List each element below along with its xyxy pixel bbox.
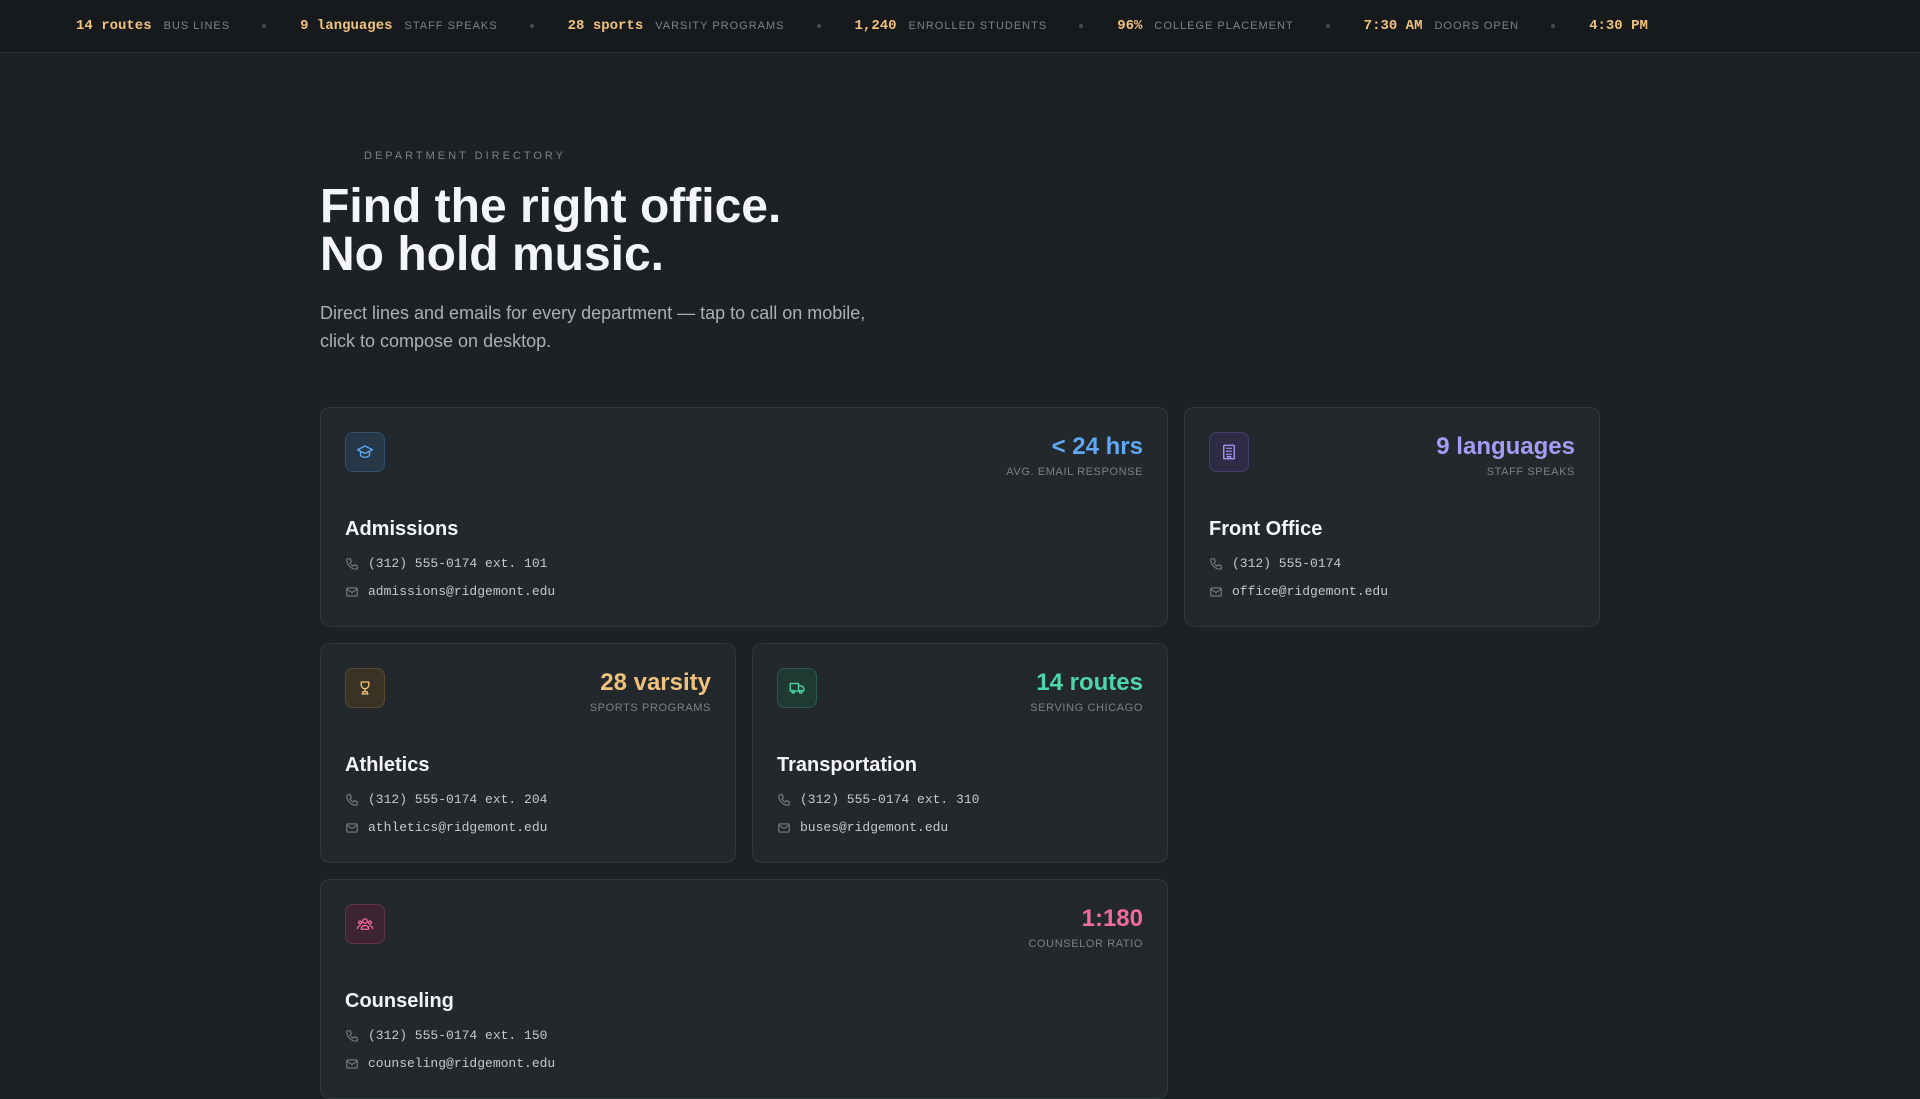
people-icon bbox=[356, 918, 374, 930]
stat-value: 28 varsity bbox=[600, 669, 711, 696]
stat-value: 9 languages bbox=[1436, 433, 1575, 460]
page-subtitle: Direct lines and emails for every depart… bbox=[320, 303, 866, 351]
ticker-value: 96% bbox=[1117, 18, 1143, 34]
ticker-label: College placement bbox=[1154, 20, 1294, 32]
phone-icon bbox=[346, 793, 358, 806]
email-address: athletics@ridgemont.edu bbox=[368, 820, 548, 835]
icon-badge bbox=[345, 432, 385, 472]
phone-icon bbox=[346, 1029, 358, 1042]
email-address: buses@ridgemont.edu bbox=[800, 820, 949, 835]
mail-icon bbox=[778, 822, 790, 833]
stat-value: 14 routes bbox=[1036, 669, 1143, 696]
ticker-item: 14 routes Bus lines bbox=[76, 18, 230, 34]
ticker-item: 7:30 AM Doors open bbox=[1364, 18, 1519, 34]
phone-link[interactable]: (312) 555-0174 ext. 101 bbox=[345, 556, 547, 571]
hero-section: Department Directory Find the right offi… bbox=[320, 150, 1220, 355]
ticker-item: 4:30 PM bbox=[1589, 18, 1648, 34]
stat-label: Avg. email response bbox=[1006, 466, 1143, 478]
email-address: admissions@ridgemont.edu bbox=[368, 584, 556, 599]
phone-number: (312) 555-0174 ext. 310 bbox=[800, 792, 980, 807]
bus-icon bbox=[789, 682, 805, 694]
department-name: Counseling bbox=[345, 990, 454, 1012]
department-stat: 14 routes Serving Chicago bbox=[1030, 668, 1143, 714]
phone-number: (312) 555-0174 ext. 101 bbox=[368, 556, 548, 571]
department-stat: < 24 hrs Avg. email response bbox=[1006, 432, 1143, 478]
mail-icon bbox=[346, 822, 358, 833]
ticker-item: 1,240 Enrolled students bbox=[855, 18, 1048, 34]
department-card-transportation: 14 routes Serving Chicago Transportation… bbox=[752, 643, 1168, 863]
email-link[interactable]: athletics@ridgemont.edu bbox=[345, 820, 547, 835]
department-stat: 1:180 Counselor ratio bbox=[1028, 904, 1143, 950]
ticker-separator bbox=[816, 24, 821, 28]
phone-link[interactable]: (312) 555-0174 ext. 204 bbox=[345, 792, 547, 807]
phone-icon bbox=[778, 793, 790, 806]
email-link[interactable]: counseling@ridgemont.edu bbox=[345, 1056, 555, 1071]
mail-icon bbox=[346, 1058, 358, 1069]
department-card-admissions: < 24 hrs Avg. email response Admissions … bbox=[320, 407, 1168, 627]
stats-ticker: 14 routes Bus lines 9 languages Staff sp… bbox=[0, 0, 1920, 53]
email-address: counseling@ridgemont.edu bbox=[368, 1056, 556, 1071]
phone-icon bbox=[346, 557, 358, 570]
ticker-label: Varsity programs bbox=[655, 20, 785, 32]
ticker-item: 28 sports Varsity programs bbox=[568, 18, 785, 34]
department-card-front-office: 9 languages Staff speaks Front Office (3… bbox=[1184, 407, 1600, 627]
stat-value: < 24 hrs bbox=[1051, 433, 1143, 460]
department-stat: 28 varsity Sports programs bbox=[590, 668, 711, 714]
ticker-value: 9 languages bbox=[300, 18, 393, 34]
phone-number: (312) 555-0174 ext. 204 bbox=[368, 792, 548, 807]
stat-label: Counselor ratio bbox=[1028, 938, 1143, 950]
stat-value: 1:180 bbox=[1081, 905, 1143, 932]
email-address: office@ridgemont.edu bbox=[1232, 584, 1389, 599]
email-link[interactable]: buses@ridgemont.edu bbox=[777, 820, 948, 835]
ticker-label: Enrolled students bbox=[908, 20, 1048, 32]
ticker-separator bbox=[1551, 24, 1556, 28]
ticker-label: Doors open bbox=[1434, 20, 1520, 32]
phone-number: (312) 555-0174 ext. 150 bbox=[368, 1028, 548, 1043]
headline-line-2: No hold music. bbox=[320, 228, 665, 281]
department-stat: 9 languages Staff speaks bbox=[1436, 432, 1575, 478]
icon-badge bbox=[1209, 432, 1249, 472]
department-name: Athletics bbox=[345, 754, 430, 776]
ticker-separator bbox=[1325, 24, 1330, 28]
stat-label: Serving Chicago bbox=[1030, 702, 1143, 714]
stat-label: Sports programs bbox=[589, 702, 711, 714]
phone-link[interactable]: (312) 555-0174 bbox=[1209, 556, 1341, 571]
ticker-item: 9 languages Staff speaks bbox=[300, 18, 498, 34]
email-link[interactable]: office@ridgemont.edu bbox=[1209, 584, 1388, 599]
phone-number: (312) 555-0174 bbox=[1232, 556, 1342, 571]
icon-badge bbox=[345, 668, 385, 708]
eyebrow-label: Department Directory bbox=[364, 150, 567, 162]
stat-label: Staff speaks bbox=[1486, 466, 1575, 478]
ticker-value: 1,240 bbox=[854, 18, 897, 34]
ticker-label: Staff speaks bbox=[404, 20, 498, 32]
ticker-value: 14 routes bbox=[76, 18, 152, 34]
email-link[interactable]: admissions@ridgemont.edu bbox=[345, 584, 555, 599]
page-title: Find the right office. No hold music. bbox=[320, 183, 1220, 279]
mail-icon bbox=[346, 586, 358, 597]
phone-link[interactable]: (312) 555-0174 ext. 310 bbox=[777, 792, 979, 807]
department-name: Transportation bbox=[777, 754, 918, 776]
icon-badge bbox=[777, 668, 817, 708]
mail-icon bbox=[1210, 586, 1222, 597]
department-card-counseling: 1:180 Counselor ratio Counseling (312) 5… bbox=[320, 879, 1168, 1099]
ticker-separator bbox=[529, 24, 534, 28]
icon-badge bbox=[345, 904, 385, 944]
ticker-separator bbox=[262, 24, 267, 28]
trophy-icon bbox=[360, 681, 370, 695]
department-card-athletics: 28 varsity Sports programs Athletics (31… bbox=[320, 643, 736, 863]
department-name: Admissions bbox=[345, 518, 459, 540]
phone-icon bbox=[1210, 557, 1222, 570]
department-name: Front Office bbox=[1209, 518, 1323, 540]
headline-line-1: Find the right office. bbox=[320, 180, 782, 233]
graduation-cap-icon bbox=[356, 445, 374, 458]
building-icon bbox=[1223, 444, 1235, 460]
phone-link[interactable]: (312) 555-0174 ext. 150 bbox=[345, 1028, 547, 1043]
ticker-separator bbox=[1079, 24, 1084, 28]
ticker-value: 28 sports bbox=[567, 18, 644, 34]
ticker-value: 4:30 PM bbox=[1589, 18, 1648, 34]
ticker-label: Bus lines bbox=[163, 20, 231, 32]
ticker-item: 96% College placement bbox=[1117, 18, 1293, 34]
ticker-value: 7:30 AM bbox=[1363, 18, 1423, 34]
